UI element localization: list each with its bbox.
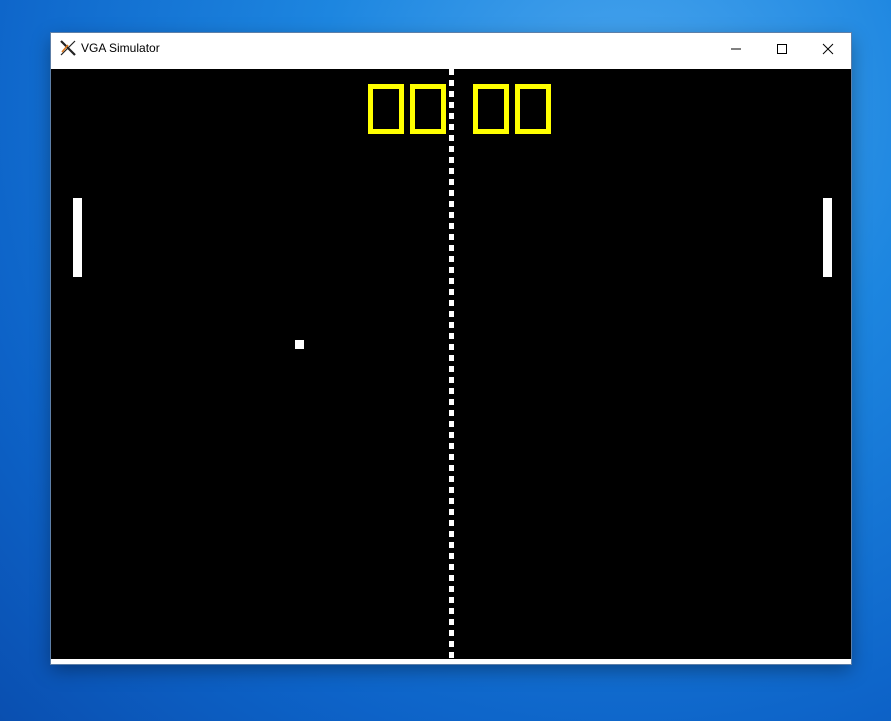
center-net-dash	[449, 201, 454, 207]
minimize-icon	[731, 48, 741, 49]
close-button[interactable]	[805, 33, 851, 64]
center-net-dash	[449, 355, 454, 361]
center-net-dash	[449, 256, 454, 262]
center-net-dash	[449, 586, 454, 592]
vga-simulator-window: VGA Simulator 00 00	[51, 33, 851, 664]
center-net-dash	[449, 377, 454, 383]
center-net-dash	[449, 234, 454, 240]
center-net-dash	[449, 212, 454, 218]
minimize-button[interactable]	[713, 33, 759, 64]
center-net-dash	[449, 124, 454, 130]
center-net-dash	[449, 278, 454, 284]
center-net-dash	[449, 641, 454, 647]
center-net-dash	[449, 289, 454, 295]
center-net-dash	[449, 300, 454, 306]
right-score-digit	[473, 84, 509, 134]
center-net-dash	[449, 553, 454, 559]
center-net-dash	[449, 102, 454, 108]
center-net-dash	[449, 322, 454, 328]
center-net-dash	[449, 421, 454, 427]
center-net-dash	[449, 531, 454, 537]
center-net-dash	[449, 146, 454, 152]
screen-border-bottom	[51, 659, 851, 664]
center-net-dash	[449, 619, 454, 625]
center-net-dash	[449, 476, 454, 482]
left-score: 00	[368, 84, 446, 134]
left-score-digit	[368, 84, 404, 134]
center-net-dash	[449, 564, 454, 570]
center-net-dash	[449, 80, 454, 86]
center-net-dash	[449, 91, 454, 97]
maximize-icon	[777, 43, 787, 54]
center-net-dash	[449, 465, 454, 471]
center-net-dash	[449, 509, 454, 515]
center-net-dash	[449, 498, 454, 504]
center-net-dash	[449, 542, 454, 548]
center-net-dash	[449, 399, 454, 405]
right-score-digit	[515, 84, 551, 134]
center-net-dash	[449, 179, 454, 185]
center-net-dash	[449, 69, 454, 75]
center-net-dash	[449, 388, 454, 394]
left-score-digit	[410, 84, 446, 134]
maximize-button[interactable]	[759, 33, 805, 64]
window-title: VGA Simulator	[81, 41, 160, 55]
center-net-dash	[449, 487, 454, 493]
center-net-dash	[449, 311, 454, 317]
center-net-dash	[449, 630, 454, 636]
center-net-dash	[449, 113, 454, 119]
center-net-dash	[449, 520, 454, 526]
center-net-dash	[449, 267, 454, 273]
center-net-dash	[449, 245, 454, 251]
center-net-dash	[449, 454, 454, 460]
center-net-dash	[449, 168, 454, 174]
center-net-dash	[449, 135, 454, 141]
center-net-dash	[449, 652, 454, 658]
right-score: 00	[473, 84, 551, 134]
center-net-dash	[449, 410, 454, 416]
close-icon	[822, 43, 834, 54]
center-net-dash	[449, 190, 454, 196]
left-paddle	[73, 198, 82, 277]
center-net-dash	[449, 597, 454, 603]
center-net-dash	[449, 333, 454, 339]
center-net-dash	[449, 608, 454, 614]
right-paddle	[823, 198, 832, 277]
center-net-dash	[449, 344, 454, 350]
center-net-dash	[449, 366, 454, 372]
x-logo-icon	[60, 40, 76, 56]
center-net-dash	[449, 575, 454, 581]
game-screen[interactable]: 00 00	[51, 69, 851, 659]
ball	[295, 340, 304, 349]
center-net-dash	[449, 157, 454, 163]
center-net-dash	[449, 223, 454, 229]
center-net-dash	[449, 432, 454, 438]
title-bar[interactable]: VGA Simulator	[51, 33, 851, 64]
center-net-dash	[449, 443, 454, 449]
